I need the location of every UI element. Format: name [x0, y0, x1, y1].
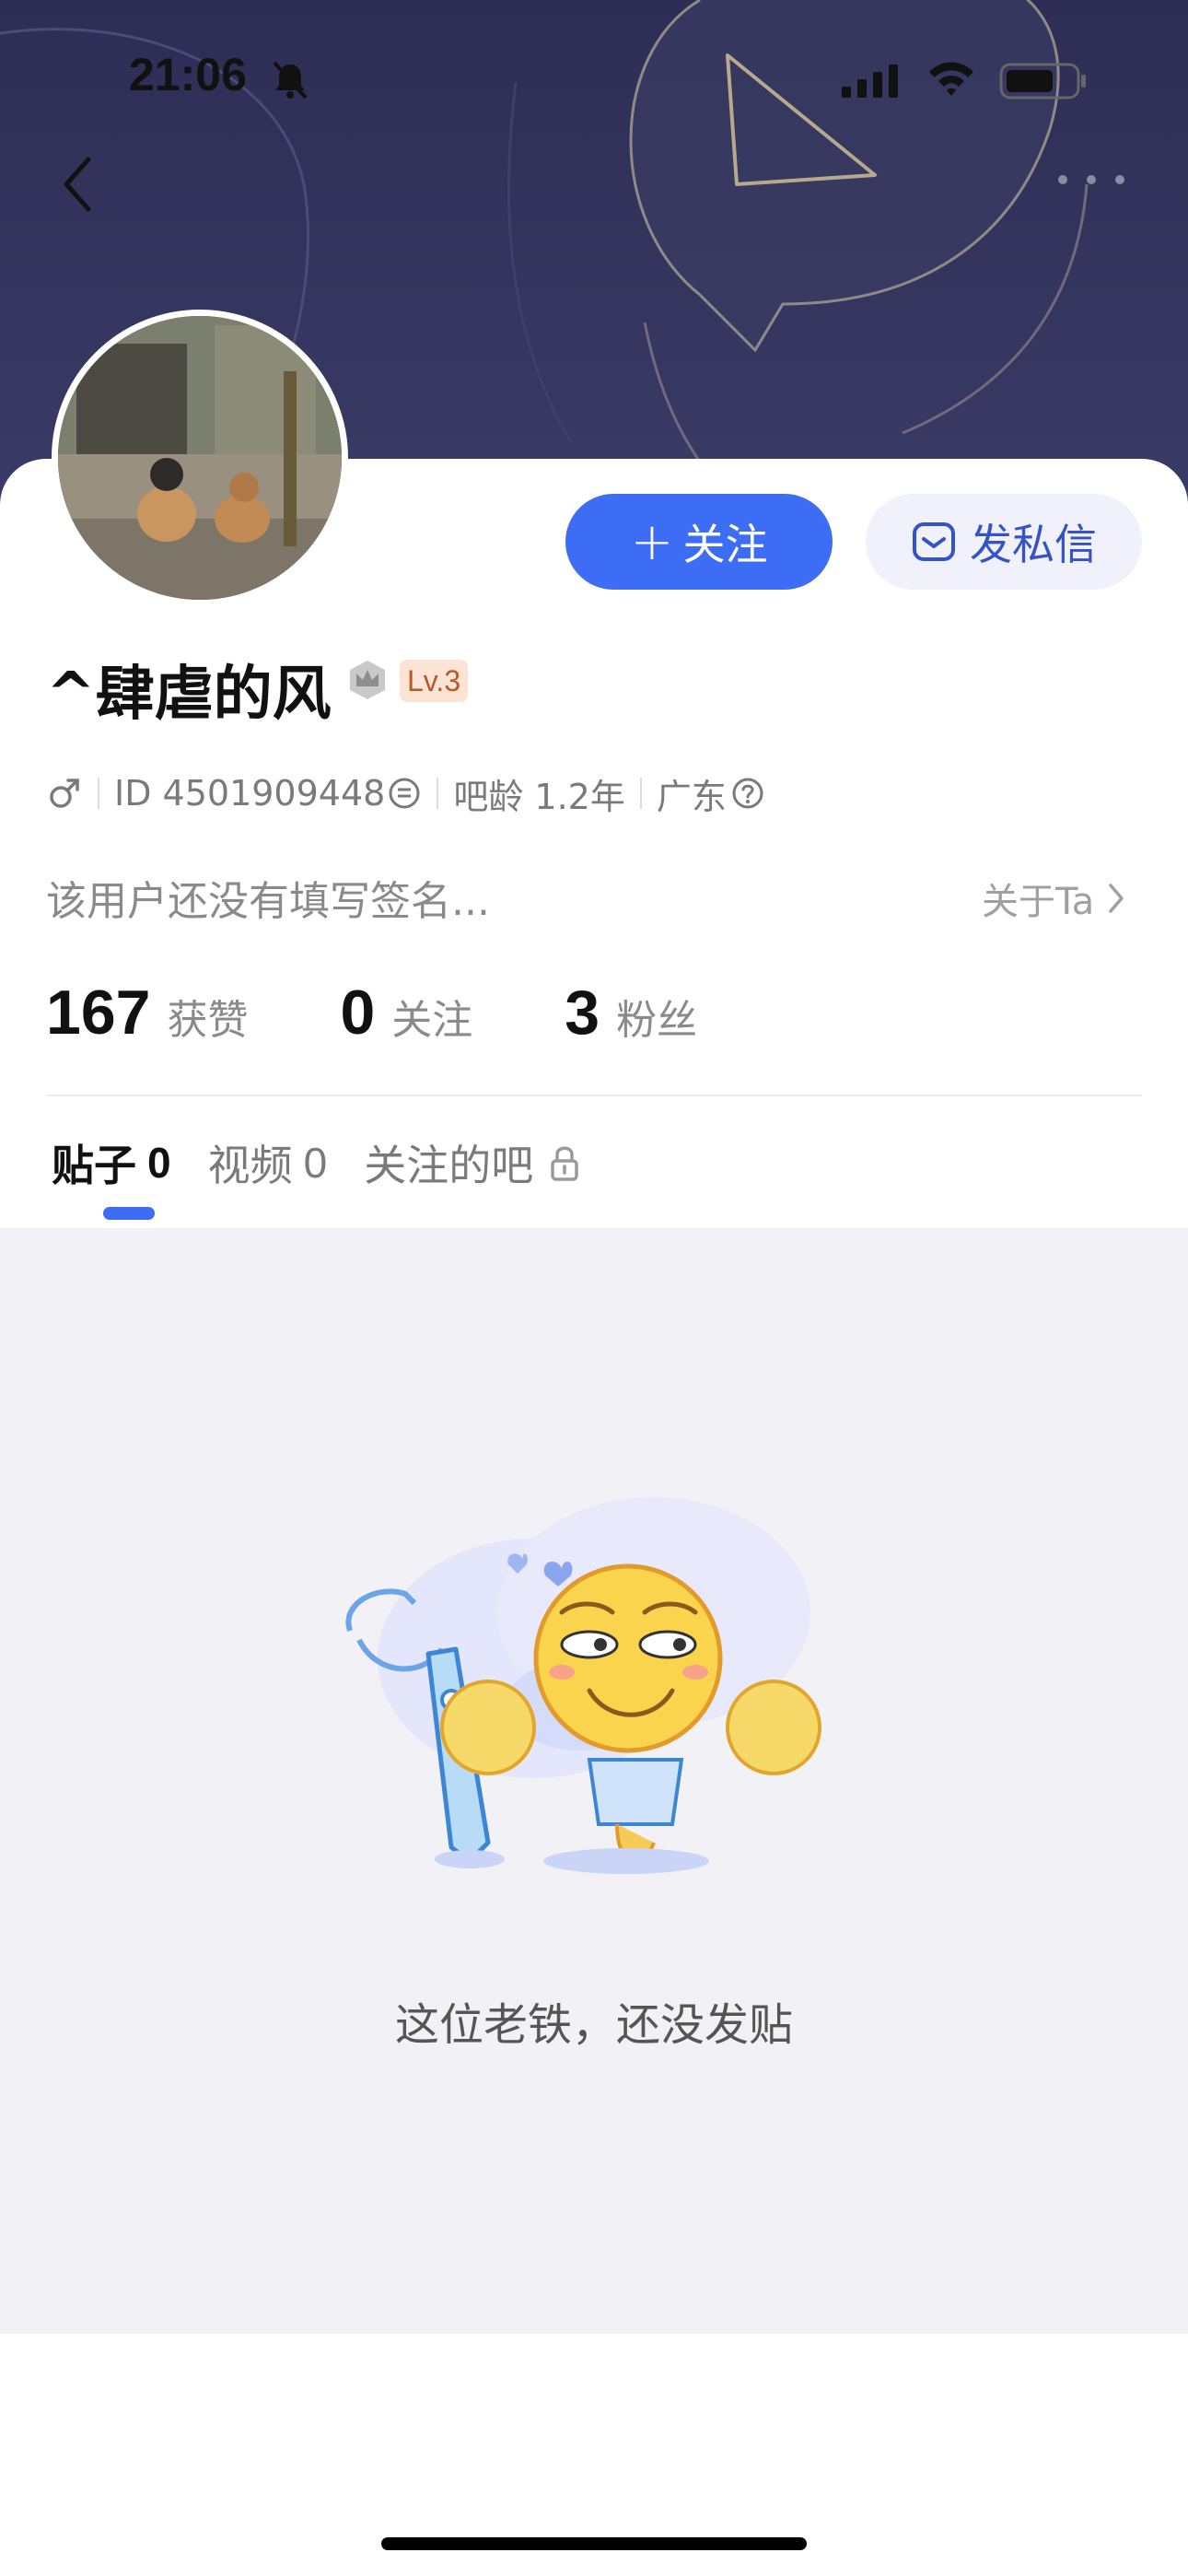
avatar[interactable] [52, 310, 348, 606]
muted-bell-icon [273, 61, 308, 100]
stat-fans-label: 粉丝 [616, 997, 698, 1044]
meta-separator [98, 778, 99, 809]
crown-badge-icon [350, 661, 385, 699]
send-message-label: 发私信 [970, 520, 1097, 569]
level-badge: Lv.3 [400, 660, 469, 702]
cellular-signal-icon [842, 64, 898, 98]
stat-likes-label: 获赞 [167, 997, 249, 1044]
tab-active-indicator [103, 1207, 155, 1220]
stat-following-count: 0 [340, 978, 376, 1048]
battery-icon [999, 63, 1086, 100]
user-id: ID 4501909448 [114, 773, 386, 814]
tab-followed-bars[interactable]: 关注的吧 [364, 1132, 581, 1193]
profile-meta: ID 4501909448 吧龄 1.2年 广东 [46, 770, 765, 817]
stats-row: 167 获赞 0 关注 3 粉丝 [46, 977, 789, 1048]
empty-state-text: 这位老铁，还没发贴 [394, 1999, 793, 2051]
plus-icon: + [630, 511, 674, 572]
message-icon [913, 522, 955, 561]
about-label: 关于Ta [982, 881, 1095, 923]
home-indicator [381, 2537, 807, 2550]
tab-followed-bars-label: 关注的吧 [364, 1141, 534, 1190]
location: 广东 [656, 776, 727, 817]
follow-button[interactable]: + 关注 [565, 494, 833, 590]
stat-likes[interactable]: 167 获赞 [46, 977, 248, 1048]
divider [46, 1095, 1142, 1096]
tab-posts-count: 0 [147, 1139, 171, 1187]
about-link[interactable]: 关于Ta [982, 872, 1127, 925]
stat-fans[interactable]: 3 粉丝 [565, 977, 697, 1048]
tab-videos[interactable]: 视频 0 [208, 1132, 328, 1193]
follow-label: 关注 [682, 520, 768, 569]
more-options-button[interactable] [1050, 166, 1133, 193]
help-icon[interactable] [730, 776, 765, 811]
tab-videos-label: 视频 [207, 1141, 293, 1190]
meta-separator [437, 778, 439, 809]
avatar-image [58, 316, 342, 600]
empty-state-illustration [345, 1497, 821, 1874]
wifi-icon [929, 62, 973, 96]
stat-following-label: 关注 [391, 997, 473, 1044]
username: ^肆虐的风 [46, 661, 332, 729]
stat-following[interactable]: 0 关注 [340, 977, 472, 1048]
back-button[interactable] [55, 152, 101, 217]
chevron-right-icon [1109, 884, 1124, 913]
male-gender-icon [50, 779, 79, 808]
meta-separator [639, 778, 642, 809]
bar-age: 吧龄 1.2年 [453, 776, 625, 817]
send-message-button[interactable]: 发私信 [866, 494, 1142, 590]
status-time: 21:06 [129, 49, 247, 100]
stat-fans-count: 3 [565, 978, 600, 1048]
tab-videos-count: 0 [303, 1139, 328, 1187]
stat-likes-count: 167 [46, 978, 151, 1048]
copy-id-icon[interactable] [387, 776, 422, 811]
lock-icon [551, 1146, 578, 1181]
tab-posts-label: 贴子 [52, 1141, 136, 1190]
profile-tabs: 贴子 0 视频 0 关注的吧 [52, 1135, 618, 1190]
signature: 该用户还没有填写签名... [46, 878, 490, 925]
tab-posts[interactable]: 贴子 0 [52, 1132, 171, 1193]
